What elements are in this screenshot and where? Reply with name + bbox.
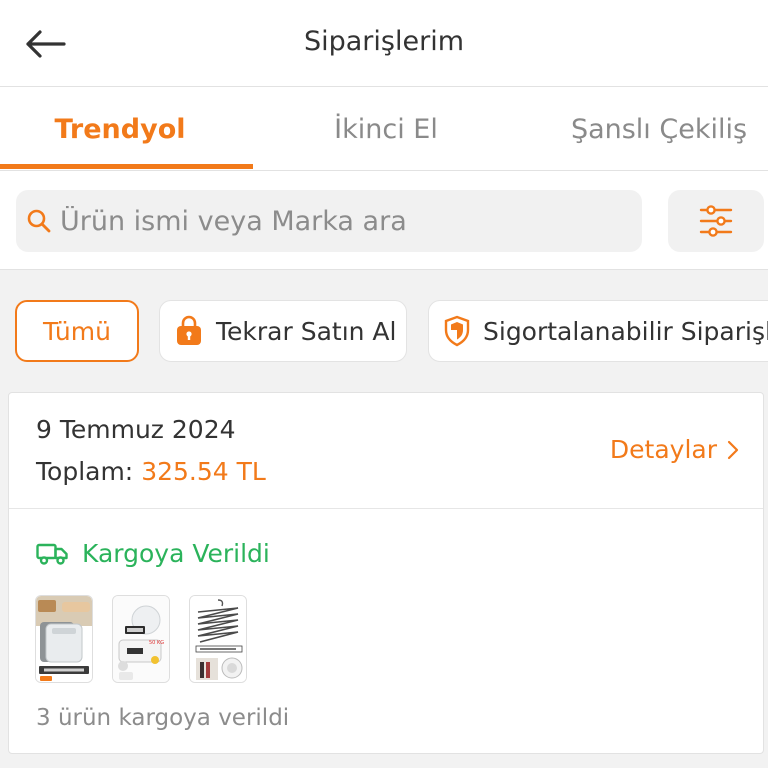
tab-sansli-cekilis[interactable]: Şanslı Çekiliş	[560, 87, 758, 171]
chip-all[interactable]: Tümü	[15, 300, 139, 362]
sliders-icon	[699, 205, 733, 237]
search-bar[interactable]	[16, 190, 642, 252]
chip-label: Sigortalanabilir Siparişler	[483, 316, 768, 346]
details-label: Detaylar	[609, 435, 717, 464]
page-title: Siparişlerim	[303, 26, 464, 57]
tab-trendyol[interactable]: Trendyol	[0, 87, 240, 171]
order-total-label: Toplam:	[36, 457, 134, 486]
order-total-amount: 325.54 TL	[141, 457, 266, 486]
shield-icon	[443, 315, 471, 347]
filter-chips: Tümü Tekrar Satın Al Sigortalanabilir Si…	[0, 300, 768, 362]
product-thumbnail-scale[interactable]: 50 KG	[112, 595, 170, 683]
chip-buy-again[interactable]: Tekrar Satın Al	[159, 300, 407, 362]
search-section	[0, 171, 768, 270]
truck-icon	[36, 543, 68, 565]
app-header: Siparişlerim	[0, 0, 768, 87]
order-total: Toplam: 325.54 TL	[36, 457, 266, 486]
product-thumbnail-hanger[interactable]	[189, 595, 247, 683]
order-status: Kargoya Verildi	[36, 539, 270, 568]
product-thumbnail-bin[interactable]	[35, 595, 93, 683]
chip-insurable-orders[interactable]: Sigortalanabilir Siparişler	[428, 300, 768, 362]
product-thumbnails: 50 KG	[35, 595, 266, 683]
order-date: 9 Temmuz 2024	[36, 415, 236, 444]
filter-button[interactable]	[668, 190, 764, 252]
orders-screen: Siparişlerim Trendyol İkinci El Şanslı Ç…	[0, 0, 768, 768]
tab-ikinci-el[interactable]: İkinci El	[266, 87, 506, 171]
chip-label: Tümü	[43, 316, 111, 346]
order-summary: 9 Temmuz 2024 Toplam: 325.54 TL Detaylar	[9, 393, 763, 509]
svg-text:50 KG: 50 KG	[149, 640, 164, 646]
shipment-note: 3 ürün kargoya verildi	[36, 705, 290, 731]
tab-bar: Trendyol İkinci El Şanslı Çekiliş	[0, 87, 768, 171]
search-icon	[27, 209, 51, 233]
chevron-right-icon	[727, 440, 739, 459]
search-input[interactable]	[60, 205, 620, 237]
active-tab-indicator	[0, 164, 253, 169]
status-label: Kargoya Verildi	[82, 539, 270, 568]
order-card[interactable]: 9 Temmuz 2024 Toplam: 325.54 TL Detaylar…	[8, 392, 764, 754]
chip-label: Tekrar Satın Al	[216, 316, 397, 346]
shopping-bag-lock-icon	[174, 315, 204, 347]
order-details-link[interactable]: Detaylar	[610, 435, 739, 464]
